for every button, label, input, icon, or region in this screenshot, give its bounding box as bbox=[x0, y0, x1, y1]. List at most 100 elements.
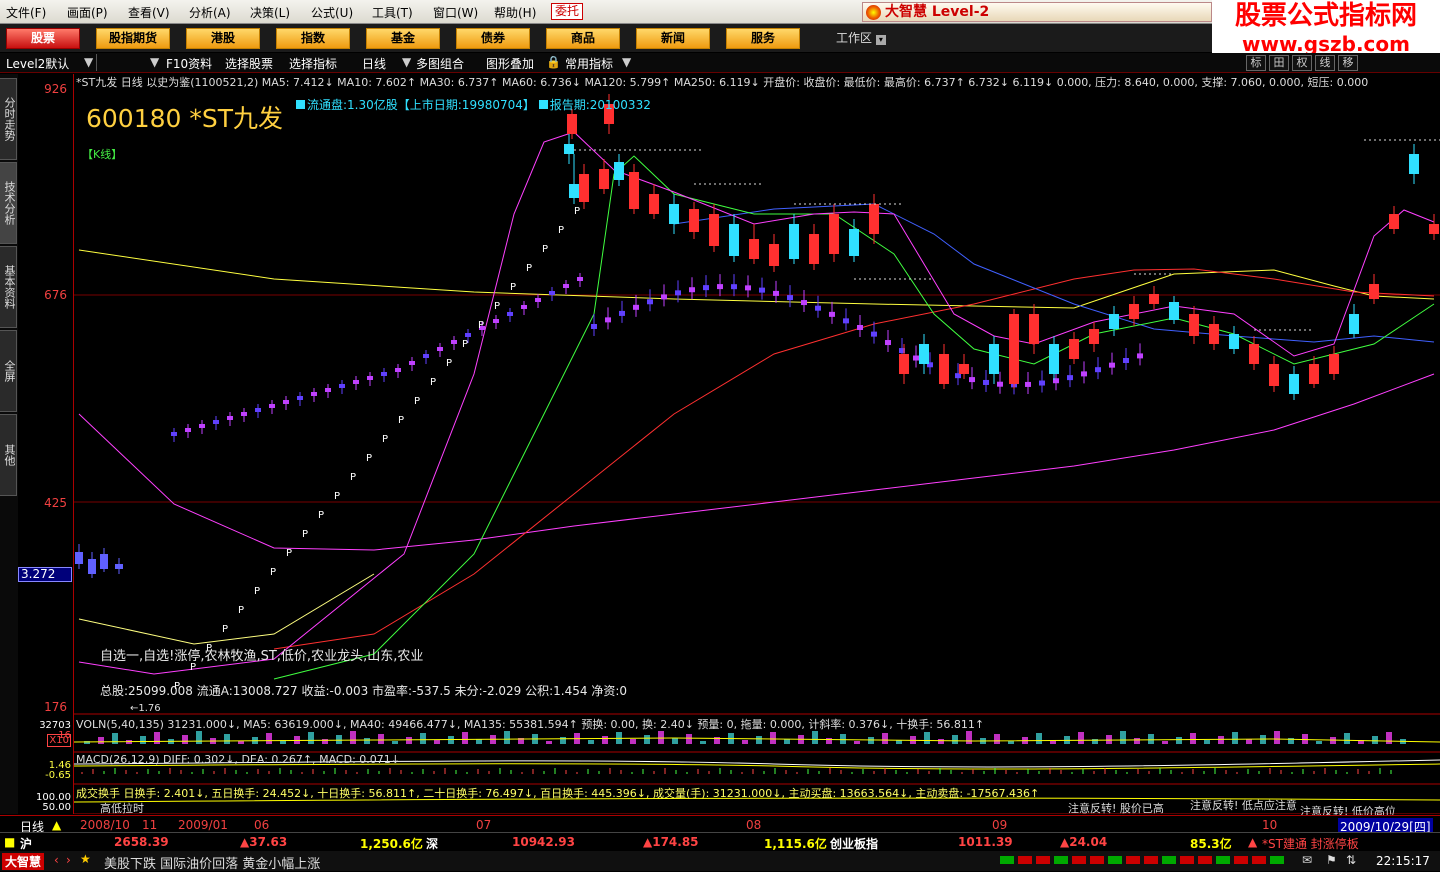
signal-p-label: P bbox=[270, 567, 276, 578]
mark-toggle[interactable]: 标 bbox=[1246, 55, 1266, 71]
menu-view[interactable]: 查看(V) bbox=[128, 4, 170, 21]
candlestick-series: PPPPPPPPPPPPPPPPPPPPPPPPPP bbox=[75, 94, 1440, 692]
candle-body bbox=[599, 169, 609, 189]
chevron-down-icon[interactable]: ▼ bbox=[622, 55, 631, 69]
tab-fundamentals[interactable]: 基本资料 bbox=[0, 246, 17, 328]
menu-help[interactable]: 帮助(H) bbox=[494, 4, 536, 21]
workzone-button[interactable]: 工作区 ▾ bbox=[836, 29, 886, 46]
candle-body bbox=[605, 317, 611, 323]
volume-bar bbox=[1106, 735, 1112, 744]
select-indicator-button[interactable]: 选择指标 bbox=[289, 55, 337, 72]
menu-analysis[interactable]: 分析(A) bbox=[189, 4, 231, 21]
candle-body bbox=[1369, 284, 1379, 299]
volume-bar bbox=[938, 739, 944, 744]
volume-bar bbox=[1120, 731, 1126, 744]
candle-body bbox=[1009, 314, 1019, 384]
nav-bond[interactable]: 债券 bbox=[456, 28, 530, 49]
star-icon[interactable]: ★ bbox=[80, 852, 91, 866]
signal-p-label: P bbox=[494, 301, 500, 312]
nav-news[interactable]: 新闻 bbox=[636, 28, 710, 49]
volume-bar bbox=[378, 734, 384, 744]
nav-commodity[interactable]: 商品 bbox=[546, 28, 620, 49]
overlay-button[interactable]: 图形叠加 bbox=[486, 55, 534, 72]
candle-body bbox=[759, 287, 765, 293]
tab-fullscreen[interactable]: 全屏 bbox=[0, 330, 17, 412]
kline-chart[interactable]: PPPPPPPPPPPPPPPPPPPPPPPPPP bbox=[74, 74, 1440, 814]
volume-bar bbox=[112, 733, 118, 744]
candle-body bbox=[535, 298, 541, 302]
entrust-button[interactable]: 委托 bbox=[551, 3, 583, 20]
volume-bar bbox=[1246, 739, 1252, 744]
price-label: 676 bbox=[44, 288, 67, 302]
candle-body bbox=[367, 376, 373, 380]
workzone-label: 工作区 bbox=[836, 31, 873, 45]
menu-formula[interactable]: 公式(U) bbox=[311, 4, 353, 21]
tab-other[interactable]: 其他 bbox=[0, 414, 17, 496]
menu-decision[interactable]: 决策(L) bbox=[250, 4, 290, 21]
candle-body bbox=[899, 354, 909, 374]
menu-view-screen[interactable]: 画面(P) bbox=[67, 4, 108, 21]
chevron-down-icon[interactable]: ▼ bbox=[150, 55, 159, 69]
candle-body bbox=[731, 284, 737, 290]
period-daily-button[interactable]: 日线 bbox=[362, 55, 386, 72]
mail-icon[interactable]: ✉ bbox=[1302, 853, 1312, 867]
nav-index-futures[interactable]: 股指期货 bbox=[96, 28, 170, 49]
menu-file[interactable]: 文件(F) bbox=[6, 4, 46, 21]
menu-window[interactable]: 窗口(W) bbox=[433, 4, 478, 21]
move-toggle[interactable]: 移 bbox=[1338, 55, 1358, 71]
candle-body bbox=[423, 354, 429, 358]
signal-p-label: P bbox=[510, 282, 516, 293]
menu-tools[interactable]: 工具(T) bbox=[372, 4, 413, 21]
chevron-down-icon[interactable]: ▼ bbox=[402, 55, 411, 69]
breadth-bar bbox=[1126, 856, 1140, 864]
volume-bar bbox=[868, 737, 874, 744]
candle-body bbox=[1109, 362, 1115, 368]
nav-stocks[interactable]: 股票 bbox=[6, 28, 80, 49]
volume-bar bbox=[1134, 738, 1140, 744]
volume-bar bbox=[1148, 734, 1154, 744]
scroll-left-icon[interactable]: ‹ bbox=[54, 853, 59, 867]
signal-p-label: P bbox=[350, 472, 356, 483]
nav-index[interactable]: 指数 bbox=[276, 28, 350, 49]
candle-body bbox=[857, 325, 863, 331]
flag-icon[interactable]: ⚑ bbox=[1326, 853, 1337, 867]
candle-body bbox=[789, 224, 799, 259]
app-logo[interactable]: 大智慧 bbox=[2, 853, 45, 870]
common-indicators-button[interactable]: 常用指标 bbox=[565, 55, 613, 72]
candle-body bbox=[729, 224, 739, 256]
tab-technical[interactable]: 技术分析 bbox=[0, 162, 17, 244]
volume-bar bbox=[994, 734, 1000, 744]
ma10-magenta-line bbox=[78, 131, 1435, 675]
nav-service[interactable]: 服务 bbox=[726, 28, 800, 49]
brand-logo-icon bbox=[866, 5, 881, 20]
candle-body bbox=[969, 377, 975, 383]
sh-change: ▲37.63 bbox=[240, 835, 288, 849]
rights-toggle[interactable]: 权 bbox=[1292, 55, 1312, 71]
sz-amount: 1,115.6亿 bbox=[764, 837, 827, 851]
limit-up-alert[interactable]: *ST建通 封涨停板 bbox=[1262, 835, 1359, 852]
volume-bar bbox=[784, 739, 790, 744]
chevron-down-icon[interactable]: ▼ bbox=[84, 55, 93, 69]
volume-bar bbox=[854, 741, 860, 744]
account-select[interactable]: Level2默认 bbox=[6, 55, 69, 72]
tab-intraday[interactable]: 分时走势 bbox=[0, 78, 17, 160]
nav-hk[interactable]: 港股 bbox=[186, 28, 260, 49]
price-label: 926 bbox=[44, 82, 67, 96]
nav-fund[interactable]: 基金 bbox=[366, 28, 440, 49]
scroll-right-icon[interactable]: › bbox=[66, 853, 71, 867]
breadth-bar bbox=[1000, 856, 1014, 864]
signal-p-label: P bbox=[286, 548, 292, 559]
line-toggle[interactable]: 线 bbox=[1315, 55, 1335, 71]
news-ticker[interactable]: 美股下跌 国际油价回落 黄金小幅上涨 bbox=[104, 853, 320, 872]
select-stock-button[interactable]: 选择股票 bbox=[225, 55, 273, 72]
f10-button[interactable]: F10资料 bbox=[166, 55, 212, 72]
sz-index: 10942.93 bbox=[512, 835, 576, 849]
lock-icon[interactable]: 🔒 bbox=[546, 55, 561, 69]
signal-p-label: P bbox=[430, 377, 436, 388]
candle-body bbox=[75, 552, 83, 564]
multi-chart-button[interactable]: 多图组合 bbox=[416, 55, 464, 72]
volume-scale-button[interactable]: X10 bbox=[47, 734, 71, 747]
grid-toggle[interactable]: 田 bbox=[1269, 55, 1289, 71]
price-label: 425 bbox=[44, 496, 67, 510]
candle-body bbox=[395, 368, 401, 372]
